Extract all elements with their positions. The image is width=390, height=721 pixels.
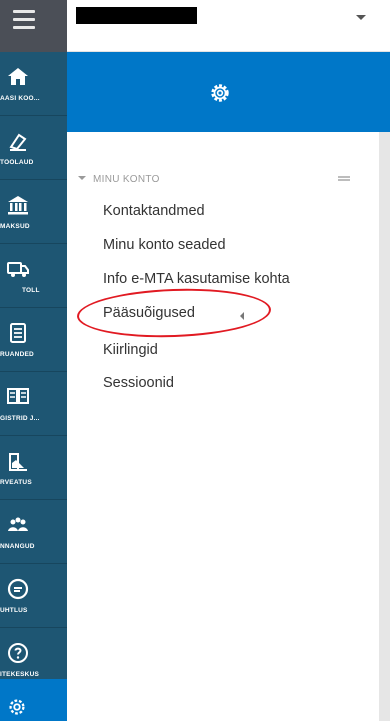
nav-item-toll[interactable]: TOLL [0, 244, 67, 308]
nav-item-label: RUANDED [0, 351, 34, 358]
hamburger-menu-button[interactable] [0, 0, 67, 52]
nav-item-label: GISTRID J... [0, 415, 40, 422]
settings-panel-header [67, 52, 379, 132]
workdesk-icon [9, 133, 27, 151]
nav-item-label: UHTLUS [0, 607, 28, 614]
chevron-down-icon [78, 176, 86, 180]
menu-item-sessioonid[interactable]: Sessioonid [103, 375, 174, 391]
caret-down-icon[interactable] [356, 15, 366, 20]
nav-item-suhtlus[interactable]: UHTLUS [0, 564, 67, 628]
document-icon [10, 323, 26, 343]
menu-item-minu-konto-seaded[interactable]: Minu konto seaded [103, 237, 226, 253]
correction-icon [9, 453, 27, 471]
nav-item-toolaud[interactable]: TÖÖLAUD [0, 116, 67, 180]
vertical-scrollbar[interactable] [379, 52, 390, 721]
menu-item-kontaktandmed[interactable]: Kontaktandmed [103, 203, 205, 219]
truck-icon [7, 262, 29, 277]
menu-item-kiirlingid[interactable]: Kiirlingid [103, 342, 158, 358]
registry-icon [7, 388, 29, 404]
nav-item-parandus[interactable]: RVEATUS [0, 436, 67, 500]
nav-item-maksud[interactable]: MAKSUD [0, 180, 67, 244]
scrollbar-header-fill [379, 52, 390, 132]
nav-item-label: TÖÖLAUD [0, 159, 34, 166]
nav-item-label: ITEKESKUS [0, 671, 40, 678]
menu-item-info-emta[interactable]: Info e-MTA kasutamise kohta [103, 271, 290, 287]
home-icon [8, 68, 28, 85]
help-icon [8, 643, 28, 663]
nav-item-aruanded[interactable]: RUANDED [0, 308, 67, 372]
message-icon [7, 578, 29, 600]
nav-item-registrid[interactable]: GISTRID J... [0, 372, 67, 436]
highlight-circle [76, 285, 272, 341]
top-header [67, 0, 390, 52]
redacted-title [76, 7, 197, 24]
nav-item-label: NNANGUD [0, 543, 35, 550]
collapse-icon[interactable] [338, 176, 350, 178]
nav-item-label: MAKSUD [0, 223, 30, 230]
settings-icon [9, 699, 25, 715]
nav-item-label: TOLL [22, 287, 40, 294]
left-nav: AASI KOO... TÖÖLAUD MAKSUD TOLL RUANDED … [0, 0, 67, 721]
section-title: MINU KONTO [93, 174, 160, 185]
bank-icon [8, 196, 28, 215]
nav-item-avaleht[interactable]: AASI KOO... [0, 52, 67, 116]
nav-item-label: AASI KOO... [0, 95, 40, 102]
people-icon [8, 517, 28, 531]
gear-icon [211, 84, 229, 102]
nav-item-volitused[interactable]: NNANGUD [0, 500, 67, 564]
nav-item-label: RVEATUS [0, 479, 32, 486]
section-header[interactable]: MINU KONTO [78, 174, 160, 185]
nav-item-seaded[interactable] [0, 679, 67, 721]
